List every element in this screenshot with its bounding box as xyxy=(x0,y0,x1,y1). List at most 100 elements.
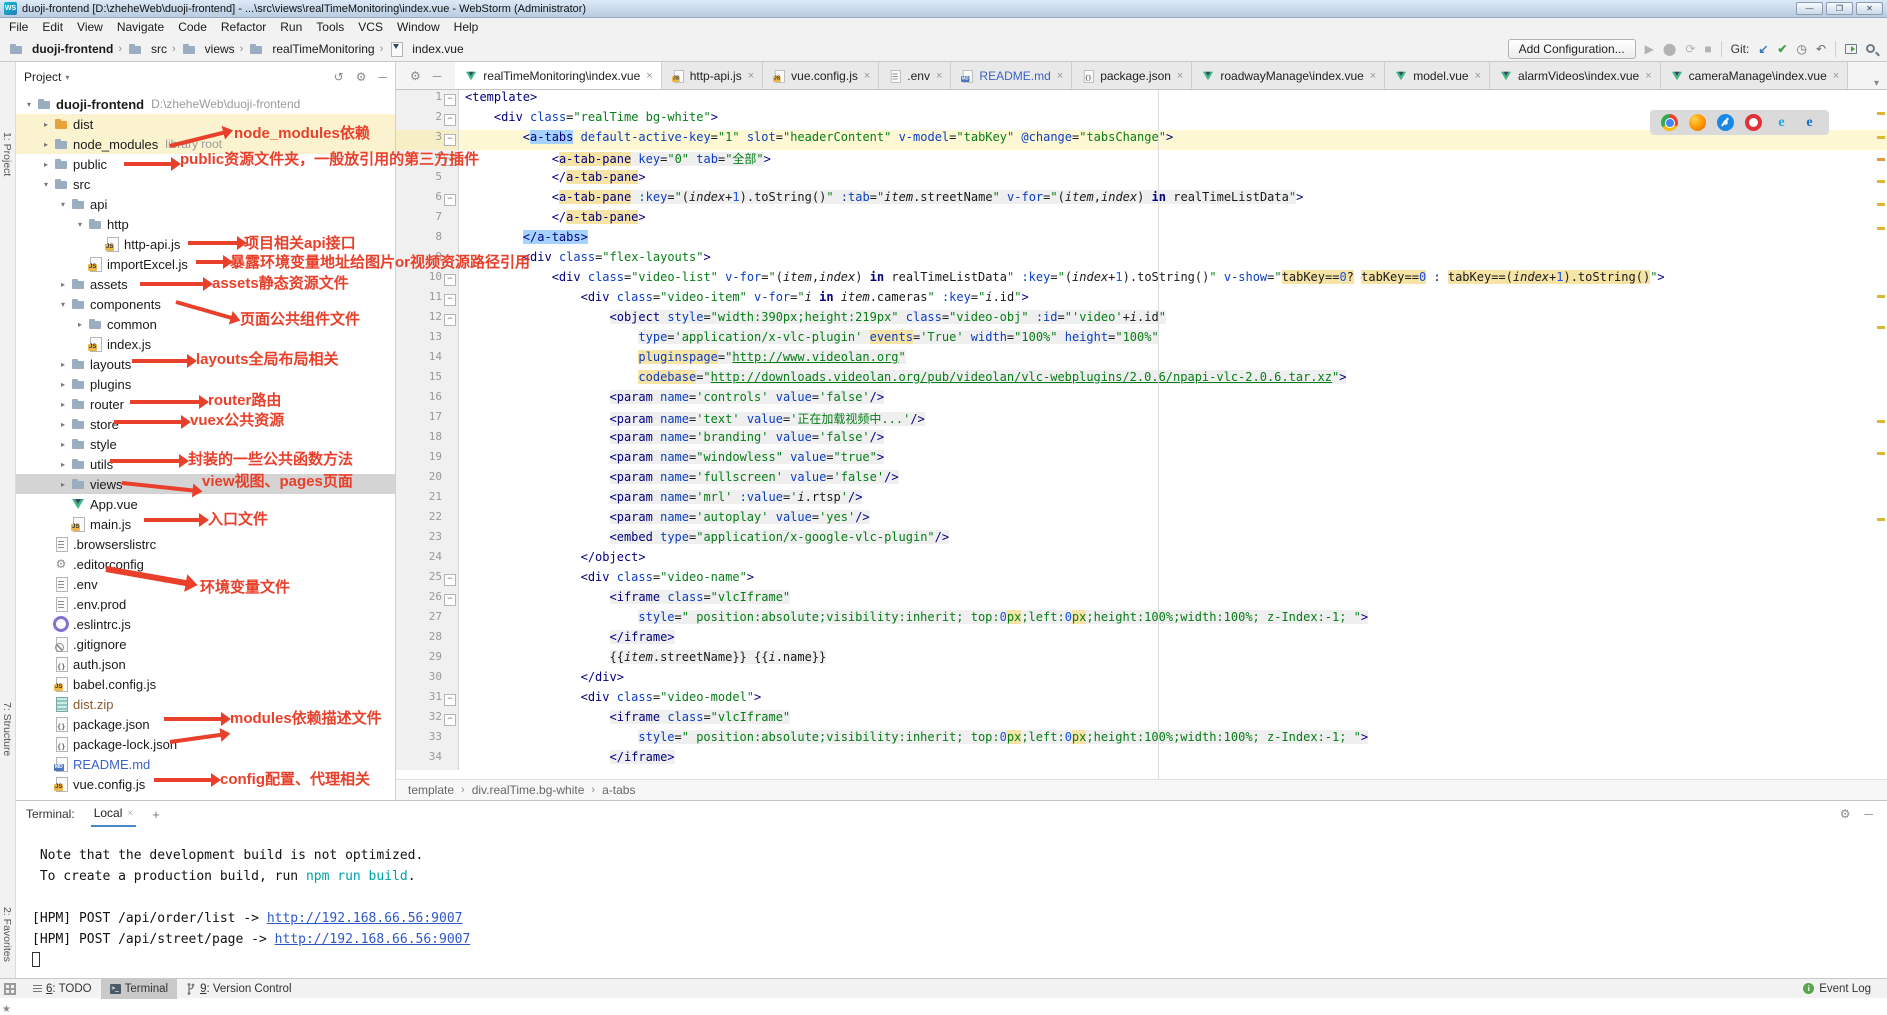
terminal-tab-local[interactable]: Local × xyxy=(91,801,137,827)
terminal-link[interactable]: http://192.168.66.56:9007 xyxy=(267,911,463,926)
line-number[interactable]: 12 xyxy=(396,310,459,330)
new-terminal-button[interactable]: + xyxy=(152,807,160,822)
tab-realtimemonitoring-index-vue[interactable]: realTimeMonitoring\index.vue× xyxy=(455,62,661,89)
tree-row-app-vue[interactable]: App.vue xyxy=(16,494,395,514)
line-number[interactable]: 24 xyxy=(396,550,459,570)
code-line[interactable]: 5 </a-tab-pane> xyxy=(396,170,1887,190)
tab-alarmvideos-index-vue[interactable]: alarmVideos\index.vue× xyxy=(1490,62,1661,89)
ie-browser-icon[interactable]: e xyxy=(1773,114,1790,131)
tree-row-src[interactable]: ▾src xyxy=(16,174,395,194)
close-icon[interactable]: × xyxy=(748,70,754,82)
tree-row--editorconfig[interactable]: .editorconfig xyxy=(16,554,395,574)
line-number[interactable]: 20 xyxy=(396,470,459,490)
line-number[interactable]: 14 xyxy=(396,350,459,370)
chevron-down-icon[interactable]: ▾ xyxy=(73,220,87,229)
tabbar-gear-icon[interactable]: ⚙ xyxy=(410,69,421,83)
code-line[interactable]: 21 <param name='mrl' :value='i.rtsp'/> xyxy=(396,490,1887,510)
menu-tools[interactable]: Tools xyxy=(309,20,351,34)
line-number[interactable]: 28 xyxy=(396,630,459,650)
line-number[interactable]: 19 xyxy=(396,450,459,470)
code-line[interactable]: 27 style=" position:absolute;visibility:… xyxy=(396,610,1887,630)
edge-browser-icon[interactable]: e xyxy=(1801,114,1818,131)
toolwindow-icon[interactable] xyxy=(1845,44,1857,54)
code-line[interactable]: 1<template> xyxy=(396,90,1887,110)
tab-package-json[interactable]: package.json× xyxy=(1072,62,1192,89)
breadcrumb-item-duoji-frontend[interactable]: duoji-frontend xyxy=(8,41,113,57)
git-commit-icon[interactable]: ✔ xyxy=(1777,43,1787,55)
code-line[interactable]: 29 {{item.streetName}} {{i.name}} xyxy=(396,650,1887,670)
tree-row-duoji-frontend[interactable]: ▾duoji-frontendD:\zheheWeb\duoji-fronten… xyxy=(16,94,395,114)
line-number[interactable]: 15 xyxy=(396,370,459,390)
menu-code[interactable]: Code xyxy=(171,20,214,34)
breadcrumb-item-src[interactable]: src xyxy=(127,41,167,57)
code-line[interactable]: 9 <div class="flex-layouts"> xyxy=(396,250,1887,270)
editor-breadcrumb-item[interactable]: a-tabs xyxy=(602,783,635,797)
history-icon[interactable]: ◷ xyxy=(1796,43,1806,55)
editor-breadcrumb-item[interactable]: template xyxy=(408,783,454,797)
menu-refactor[interactable]: Refactor xyxy=(214,20,273,34)
code-line[interactable]: 16 <param name='controls' value='false'/… xyxy=(396,390,1887,410)
line-number[interactable]: 3 xyxy=(396,130,459,150)
chevron-right-icon[interactable]: ▸ xyxy=(56,400,70,409)
code-line[interactable]: 15 codebase="http://downloads.videolan.o… xyxy=(396,370,1887,390)
line-number[interactable]: 18 xyxy=(396,430,459,450)
chevron-right-icon[interactable]: ▸ xyxy=(56,280,70,289)
code-editor[interactable]: 1<template>2 <div class="realTime bg-whi… xyxy=(396,90,1887,779)
tabs-overflow-icon[interactable]: ▾ xyxy=(1866,78,1887,89)
line-number[interactable]: 23 xyxy=(396,530,459,550)
menu-navigate[interactable]: Navigate xyxy=(110,20,171,34)
chevron-right-icon[interactable]: ▸ xyxy=(56,460,70,469)
stripe-project-button[interactable]: 1: Project xyxy=(1,132,13,176)
line-number[interactable]: 6 xyxy=(396,190,459,210)
code-line[interactable]: 34 </iframe> xyxy=(396,750,1887,770)
chevron-right-icon[interactable]: ▸ xyxy=(56,480,70,489)
close-icon[interactable]: × xyxy=(127,808,133,819)
chevron-right-icon[interactable]: ▸ xyxy=(39,140,53,149)
line-number[interactable]: 25 xyxy=(396,570,459,590)
coverage-icon[interactable]: ⟳ xyxy=(1685,43,1695,55)
chevron-right-icon[interactable]: ▸ xyxy=(73,320,87,329)
minimize-button[interactable]: — xyxy=(1796,2,1823,15)
breadcrumb-item-realtimemonitoring[interactable]: realTimeMonitoring xyxy=(248,41,374,57)
line-number[interactable]: 26 xyxy=(396,590,459,610)
git-update-icon[interactable]: ↙ xyxy=(1758,43,1768,55)
code-line[interactable]: 33 style=" position:absolute;visibility:… xyxy=(396,730,1887,750)
menu-run[interactable]: Run xyxy=(273,20,309,34)
line-number[interactable]: 1 xyxy=(396,90,459,110)
close-icon[interactable]: × xyxy=(646,70,652,82)
code-line[interactable]: 6 <a-tab-pane :key="(index+1).toString()… xyxy=(396,190,1887,210)
code-line[interactable]: 31 <div class="video-model"> xyxy=(396,690,1887,710)
safari-browser-icon[interactable] xyxy=(1717,114,1734,131)
line-number[interactable]: 30 xyxy=(396,670,459,690)
code-line[interactable]: 7 </a-tab-pane> xyxy=(396,210,1887,230)
terminal-settings-icon[interactable]: ⚙ xyxy=(1840,807,1851,821)
status-terminal-button[interactable]: >_ Terminal xyxy=(101,979,177,999)
close-icon[interactable]: × xyxy=(1475,70,1481,82)
tree-row-http[interactable]: ▾http xyxy=(16,214,395,234)
tab--env[interactable]: .env× xyxy=(879,62,951,89)
editor-breadcrumb-item[interactable]: div.realTime.bg-white xyxy=(472,783,585,797)
maximize-button[interactable]: ❐ xyxy=(1826,2,1853,15)
chevron-down-icon[interactable]: ▾ xyxy=(56,200,70,209)
line-number[interactable]: 33 xyxy=(396,730,459,750)
line-number[interactable]: 27 xyxy=(396,610,459,630)
chevron-down-icon[interactable]: ▾ xyxy=(22,100,36,109)
chevron-right-icon[interactable]: ▸ xyxy=(56,420,70,429)
chevron-right-icon[interactable]: ▸ xyxy=(56,360,70,369)
line-number[interactable]: 2 xyxy=(396,110,459,130)
line-number[interactable]: 34 xyxy=(396,750,459,770)
chevron-right-icon[interactable]: ▸ xyxy=(56,380,70,389)
project-panel-title[interactable]: Project xyxy=(24,70,61,84)
code-line[interactable]: 12 <object style="width:390px;height:219… xyxy=(396,310,1887,330)
close-button[interactable]: ✕ xyxy=(1856,2,1883,15)
breadcrumb-item-views[interactable]: views xyxy=(181,41,235,57)
tab-http-api-js[interactable]: http-api.js× xyxy=(662,62,763,89)
line-number[interactable]: 22 xyxy=(396,510,459,530)
tree-row--browserslistrc[interactable]: .browserslistrc xyxy=(16,534,395,554)
code-line[interactable]: 10 <div class="video-list" v-for="(item,… xyxy=(396,270,1887,290)
line-number[interactable]: 17 xyxy=(396,410,459,430)
line-number[interactable]: 7 xyxy=(396,210,459,230)
stripe-favorites-button[interactable]: 2: Favorites xyxy=(1,907,13,962)
code-line[interactable]: 8 </a-tabs> xyxy=(396,230,1887,250)
menu-window[interactable]: Window xyxy=(390,20,447,34)
